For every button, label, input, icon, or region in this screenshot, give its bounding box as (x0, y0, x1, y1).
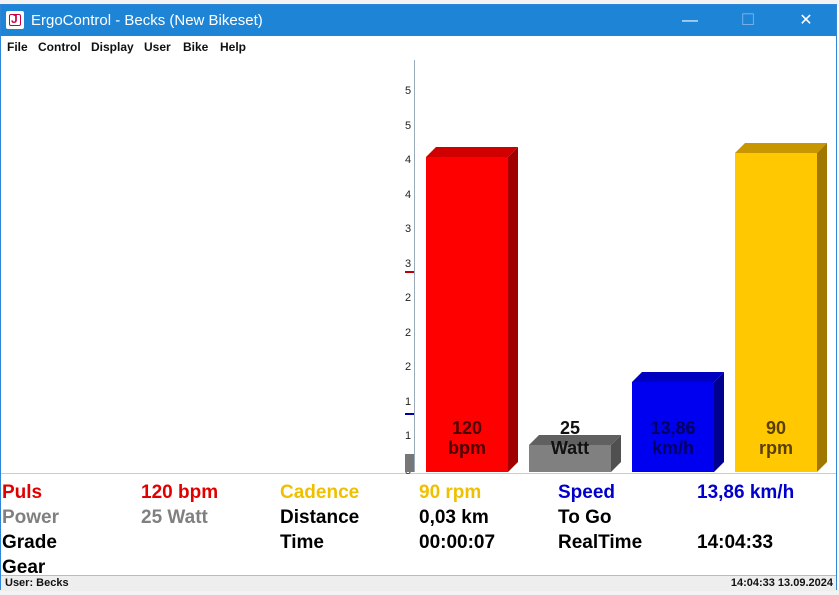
speed-bar-value: 13,86 (650, 418, 696, 438)
cadence-bar-side (817, 143, 827, 472)
to-go-label: To Go (558, 507, 612, 528)
puls-bar-value: 120 (451, 418, 483, 438)
axis-tick-label: 2 (405, 361, 412, 373)
power-level-marker (405, 454, 414, 472)
cadence-bar-top (735, 143, 827, 153)
puls-bar-unit: bpm (448, 438, 486, 458)
axis-tick-label: 1 (405, 430, 412, 442)
power-bar-value: 25 (559, 418, 581, 438)
axis-tick-label: 5 (405, 119, 412, 132)
cadence-bar-unit: rpm (758, 438, 793, 458)
status-user: User: Becks (5, 577, 69, 589)
stats-panel: Puls 120 bpm Cadence 90 rpm Speed 13,86 … (1, 473, 836, 578)
puls-label: Puls (2, 482, 43, 503)
speed-bar-side (714, 372, 724, 472)
power-label: Power (2, 507, 60, 528)
close-button[interactable]: ✕ (777, 5, 835, 36)
axis-tick-label: 5 (405, 85, 412, 97)
menu-control[interactable]: Control (38, 40, 81, 54)
app-icon: J (6, 11, 24, 29)
menu-help[interactable]: Help (220, 40, 246, 54)
realtime-value: 14:04:33 (697, 532, 774, 553)
cadence-label: Cadence (280, 482, 360, 503)
puls-level-marker (405, 271, 414, 273)
grade-label: Grade (2, 532, 57, 553)
speed-bar-unit: km/h (651, 438, 694, 458)
puls-bar-side (508, 147, 518, 472)
speed-value: 13,86 km/h (697, 482, 795, 503)
axis-tick-label: 1 (405, 395, 412, 408)
status-bar: User: Becks 14:04:33 13.09.2024 (1, 575, 836, 591)
title-bar[interactable]: J ErgoControl - Becks (New Bikeset) — ☐ … (1, 5, 836, 36)
puls-bar-top (426, 147, 518, 157)
axis-tick-label: 2 (405, 292, 412, 304)
speed-label: Speed (558, 482, 616, 503)
cadence-bar-value: 90 (765, 418, 787, 438)
time-label: Time (280, 532, 325, 553)
cadence-value: 90 rpm (419, 482, 482, 503)
menu-bar: File Control Display User Bike Help (1, 36, 836, 58)
window-title: ErgoControl - Becks (New Bikeset) (31, 12, 263, 29)
distance-value: 0,03 km (419, 507, 489, 528)
puls-value: 120 bpm (141, 482, 219, 503)
menu-display[interactable]: Display (91, 40, 134, 54)
status-datetime: 14:04:33 13.09.2024 (730, 577, 833, 589)
speed-level-marker (405, 413, 414, 415)
menu-user[interactable]: User (144, 40, 171, 54)
axis-tick-label: 4 (405, 154, 412, 166)
history-plot-area (3, 60, 415, 472)
menu-file[interactable]: File (7, 40, 28, 54)
power-value: 25 Watt (141, 507, 208, 528)
time-value: 00:00:07 (419, 532, 496, 553)
axis-tick-label: 3 (405, 223, 412, 235)
realtime-label: RealTime (558, 532, 643, 553)
distance-label: Distance (280, 507, 360, 528)
menu-bike[interactable]: Bike (183, 40, 208, 54)
ergocontrol-window: J ErgoControl - Becks (New Bikeset) — ☐ … (0, 4, 837, 591)
minimize-button[interactable]: — (661, 5, 719, 36)
cadence-bar-label: 90 rpm (735, 418, 817, 458)
power-bar-label: 25 Watt (529, 418, 611, 458)
axis-tick-label: 4 (405, 188, 412, 201)
axis-tick-label: 2 (405, 326, 412, 339)
puls-bar-label: 120 bpm (426, 418, 508, 458)
maximize-button[interactable]: ☐ (719, 5, 777, 36)
power-bar-unit: Watt (550, 438, 590, 458)
speed-bar-top (632, 372, 724, 382)
axis-tick-label: 3 (405, 257, 412, 270)
speed-bar-label: 13,86 km/h (632, 418, 714, 458)
